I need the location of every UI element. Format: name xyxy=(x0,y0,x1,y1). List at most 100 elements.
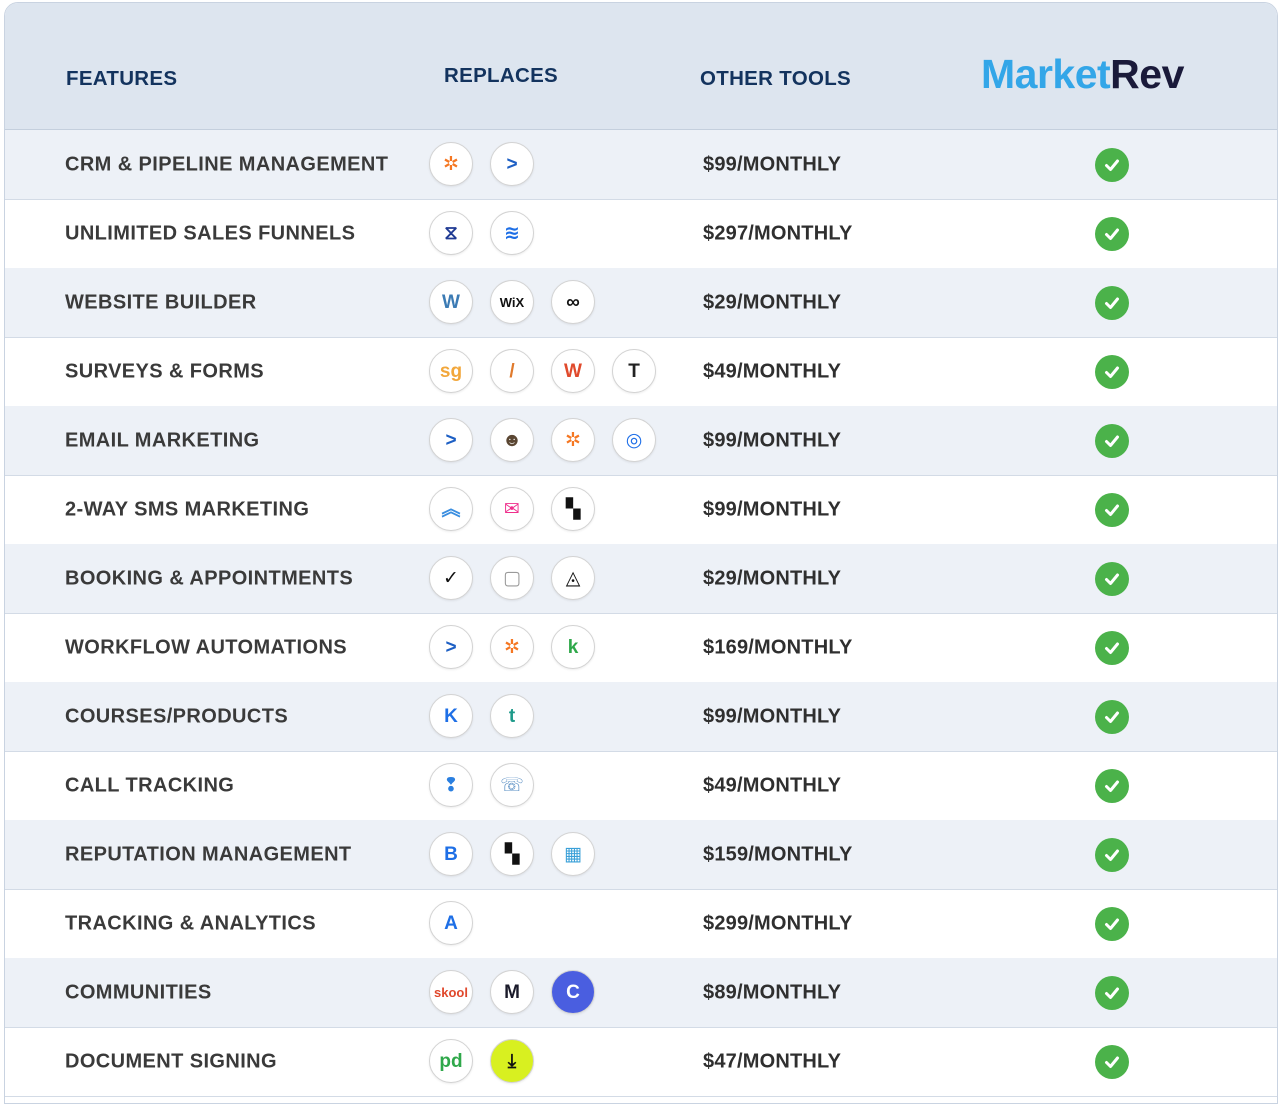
eztexting-icon: ✉ xyxy=(490,487,534,531)
check-icon xyxy=(1095,975,1129,1010)
comparison-table: FEATURES REPLACES OTHER TOOLS MarketRev … xyxy=(4,2,1278,1104)
feature-label: WORKFLOW AUTOMATIONS xyxy=(65,636,348,658)
replaces-header: REPLACES xyxy=(444,64,559,87)
feature-label: BOOKING & APPOINTMENTS xyxy=(65,567,354,589)
typeform-icon: T xyxy=(612,349,656,393)
other-tools-header: OTHER TOOLS xyxy=(700,67,851,90)
icon-glyph: sg xyxy=(439,360,463,382)
icon-glyph: ◬ xyxy=(565,567,581,589)
mailchimp-icon: ☻ xyxy=(490,418,534,462)
feature-label: COMMUNITIES xyxy=(65,981,212,1003)
icon-glyph: ✲ xyxy=(504,636,520,658)
table-row: WEBSITE BUILDER W WiX ∞ $29/MONTHLY xyxy=(5,268,1277,338)
icon-glyph: ⧖ xyxy=(444,222,458,244)
icon-glyph: skool xyxy=(434,984,468,1000)
icon-glyph: A xyxy=(444,912,458,934)
acuity-icon: ◬ xyxy=(551,556,595,600)
other-tools-price: $29/MONTHLY xyxy=(703,567,842,589)
other-tools-price: $159/MONTHLY xyxy=(703,843,853,865)
marketrev-logo: MarketRev xyxy=(981,51,1184,98)
icon-glyph: ▚ xyxy=(565,498,581,520)
icon-glyph: ∞ xyxy=(566,291,580,313)
icon-glyph: t xyxy=(508,705,516,727)
other-tools-price: $297/MONTHLY xyxy=(703,222,853,244)
docusign-icon: ⤓ xyxy=(490,1039,534,1083)
table-row: UNLIMITED SALES FUNNELS ⧖ ≋ $297/MONTHLY xyxy=(5,199,1277,269)
check-icon xyxy=(1095,1044,1129,1079)
clickfunnels-icon: ⧖ xyxy=(429,211,473,255)
icon-glyph: ✲ xyxy=(565,429,581,451)
other-tools-price: $99/MONTHLY xyxy=(703,498,842,520)
squarespace-icon: ∞ xyxy=(551,280,595,324)
wufoo-icon: W xyxy=(551,349,595,393)
constant-contact-icon: ◎ xyxy=(612,418,656,462)
feature-label: 2-WAY SMS MARKETING xyxy=(65,498,310,520)
logo-part-rev: Rev xyxy=(1110,51,1184,97)
check-icon xyxy=(1095,837,1129,872)
other-tools-price: $49/MONTHLY xyxy=(703,360,842,382)
icon-glyph: / xyxy=(509,360,515,382)
table-row: TRACKING & ANALYTICS A $299/MONTHLY xyxy=(5,889,1277,959)
wordpress-icon: W xyxy=(429,280,473,324)
surveygizmo-icon: sg xyxy=(429,349,473,393)
icon-glyph: W xyxy=(442,291,460,313)
hubspot-icon: ✲ xyxy=(490,625,534,669)
table-row: SURVEYS & FORMS sg / W T $49/MONTHLY xyxy=(5,337,1277,407)
table-row: DOCUMENT SIGNING pd ⤓ $47/MONTHLY xyxy=(5,1027,1277,1097)
feature-label: DOCUMENT SIGNING xyxy=(65,1050,277,1072)
table-row: COMMUNITIES skool M C $89/MONTHLY xyxy=(5,958,1277,1028)
calendly-icon: ✓ xyxy=(429,556,473,600)
icon-glyph: ✉ xyxy=(504,498,520,520)
feature-label: WEBSITE BUILDER xyxy=(65,291,257,313)
callrail-icon: ❢ xyxy=(429,763,473,807)
icon-glyph: WiX xyxy=(499,294,525,310)
other-tools-price: $99/MONTHLY xyxy=(703,705,842,727)
check-icon xyxy=(1095,285,1129,320)
feature-label: CALL TRACKING xyxy=(65,774,235,796)
table-row: BOOKING & APPOINTMENTS ✓ ▢ ◬ $29/MONTHLY xyxy=(5,544,1277,614)
icon-glyph: ▢ xyxy=(503,567,521,589)
table-row: EMAIL MARKETING > ☻ ✲ ◎ $99/MONTHLY xyxy=(5,406,1277,476)
table-row: 2-WAY SMS MARKETING ︽ ✉ ▚ $99/MONTHLY xyxy=(5,475,1277,545)
other-tools-price: $169/MONTHLY xyxy=(703,636,853,658)
icon-glyph: ⤓ xyxy=(507,1050,517,1072)
icon-glyph: ︽ xyxy=(441,498,461,520)
check-icon xyxy=(1095,561,1129,596)
check-icon xyxy=(1095,699,1129,734)
hubspot-icon: ✲ xyxy=(551,418,595,462)
icon-glyph: > xyxy=(445,429,457,451)
table-row: COURSES/PRODUCTS Kt $99/MONTHLY xyxy=(5,682,1277,752)
grade-us-icon: ▦ xyxy=(551,832,595,876)
pandadoc-icon: pd xyxy=(429,1039,473,1083)
icon-glyph: ☻ xyxy=(502,429,522,451)
icon-glyph: C xyxy=(566,981,580,1003)
icon-glyph: pd xyxy=(439,1050,463,1072)
circle-icon: C xyxy=(551,970,595,1014)
podium-icon: ▚ xyxy=(490,832,534,876)
feature-label: TRACKING & ANALYTICS xyxy=(65,912,316,934)
icon-glyph: ❢ xyxy=(443,774,459,796)
mighty-networks-icon: M xyxy=(490,970,534,1014)
icon-glyph: ≋ xyxy=(504,222,520,244)
feature-label: COURSES/PRODUCTS xyxy=(65,705,289,727)
leadpages-icon: ≋ xyxy=(490,211,534,255)
podium-icon: ▚ xyxy=(551,487,595,531)
table-row: CRM & PIPELINE MANAGEMENT ✲ > $99/MONTHLY xyxy=(5,130,1277,200)
icon-glyph: W xyxy=(564,360,582,382)
icon-glyph: M xyxy=(504,981,520,1003)
other-tools-price: $29/MONTHLY xyxy=(703,291,842,313)
icon-glyph: ▚ xyxy=(504,843,520,865)
check-icon xyxy=(1095,147,1129,182)
features-header: FEATURES xyxy=(66,67,178,90)
logo-part-market: Market xyxy=(981,51,1111,97)
other-tools-price: $89/MONTHLY xyxy=(703,981,842,1003)
other-tools-price: $299/MONTHLY xyxy=(703,912,853,934)
check-icon xyxy=(1095,354,1129,389)
skool-icon: skool xyxy=(429,970,473,1014)
icon-glyph: > xyxy=(506,153,518,175)
calendar-icon: ▢ xyxy=(490,556,534,600)
activecampaign-icon: > xyxy=(429,625,473,669)
table-header: FEATURES REPLACES OTHER TOOLS MarketRev xyxy=(5,3,1277,131)
feature-label: EMAIL MARKETING xyxy=(65,429,260,451)
keap-icon: k xyxy=(551,625,595,669)
